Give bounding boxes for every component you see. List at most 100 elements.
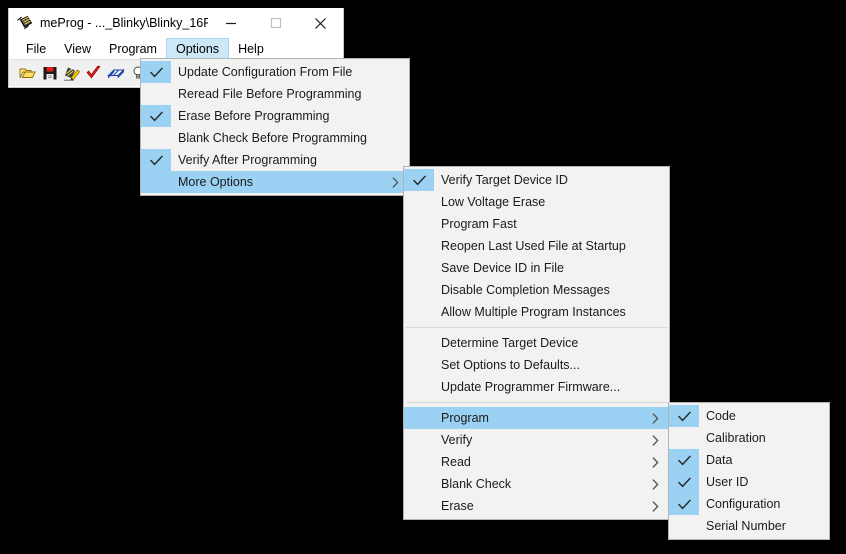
read-device-icon[interactable] xyxy=(105,62,127,84)
menu-bar: File View Program Options Help xyxy=(9,38,343,59)
menu-check-slot xyxy=(404,301,434,323)
checkmark-icon xyxy=(141,61,171,83)
menu-item-label: Save Device ID in File xyxy=(441,261,564,275)
checkmark-icon xyxy=(669,471,699,493)
menu-item[interactable]: User ID xyxy=(669,471,829,493)
chevron-right-icon xyxy=(652,456,659,468)
menu-item-label: User ID xyxy=(706,475,749,489)
menu-item[interactable]: More Options xyxy=(141,171,409,193)
menu-item-label: Update Configuration From File xyxy=(178,65,353,79)
menu-check-slot xyxy=(404,354,434,376)
menubar-item-label: Options xyxy=(175,41,220,56)
checkmark-icon xyxy=(141,149,171,171)
menu-item[interactable]: Verify xyxy=(404,429,669,451)
maximize-button[interactable] xyxy=(253,9,298,38)
menu-check-slot xyxy=(404,279,434,301)
close-button[interactable] xyxy=(298,9,343,38)
menu-item-label: Erase xyxy=(441,499,474,513)
menu-item[interactable]: Program xyxy=(404,407,669,429)
menu-item[interactable]: Erase Before Programming xyxy=(141,105,409,127)
menu-item[interactable]: Verify Target Device ID xyxy=(404,169,669,191)
menu-item-label: Verify After Programming xyxy=(178,153,317,167)
menu-item[interactable]: Allow Multiple Program Instances xyxy=(404,301,669,323)
menu-check-slot xyxy=(404,429,434,451)
menu-check-slot xyxy=(404,376,434,398)
menu-item[interactable]: Configuration xyxy=(669,493,829,515)
menubar-item-view[interactable]: View xyxy=(55,38,100,59)
checkmark-icon xyxy=(404,169,434,191)
menu-item[interactable]: Set Options to Defaults... xyxy=(404,354,669,376)
menubar-item-file[interactable]: File xyxy=(17,38,55,59)
menu-check-slot xyxy=(669,427,699,449)
menu-item[interactable]: Determine Target Device xyxy=(404,332,669,354)
menu-item[interactable]: Blank Check xyxy=(404,473,669,495)
verify-device-icon[interactable] xyxy=(83,62,105,84)
check-icon xyxy=(677,411,691,421)
menu-item[interactable]: Update Configuration From File xyxy=(141,61,409,83)
chip-icon xyxy=(17,15,33,31)
menu-item-label: Configuration xyxy=(706,497,781,511)
menu-item[interactable]: Erase xyxy=(404,495,669,517)
save-file-icon[interactable] xyxy=(39,62,61,84)
menu-item[interactable]: Verify After Programming xyxy=(141,149,409,171)
menu-item[interactable]: Update Programmer Firmware... xyxy=(404,376,669,398)
checkmark-icon xyxy=(141,105,171,127)
menu-item-label: Program Fast xyxy=(441,217,517,231)
menu-item-label: Reopen Last Used File at Startup xyxy=(441,239,626,253)
menu-item[interactable]: Calibration xyxy=(669,427,829,449)
menu-item[interactable]: Code xyxy=(669,405,829,427)
menu-check-slot xyxy=(404,213,434,235)
menu-separator xyxy=(406,327,667,328)
menu-item[interactable]: Reread File Before Programming xyxy=(141,83,409,105)
menu-item[interactable]: Program Fast xyxy=(404,213,669,235)
menu-check-slot xyxy=(404,235,434,257)
options-menu: Update Configuration From File Reread Fil… xyxy=(140,58,410,196)
menu-item-label: Data xyxy=(706,453,733,467)
menu-item[interactable]: Read xyxy=(404,451,669,473)
menubar-item-help[interactable]: Help xyxy=(229,38,273,59)
menu-check-slot xyxy=(404,257,434,279)
checkmark-icon xyxy=(669,449,699,471)
menubar-item-label: Program xyxy=(109,41,157,56)
menu-item-label: Code xyxy=(706,409,736,423)
menu-item-label: Update Programmer Firmware... xyxy=(441,380,621,394)
chevron-right-icon xyxy=(652,451,659,473)
menu-item-label: Verify Target Device ID xyxy=(441,173,568,187)
minimize-button[interactable] xyxy=(208,9,253,38)
menu-item-label: More Options xyxy=(178,175,254,189)
more-options-submenu: Verify Target Device ID Low Voltage Erase… xyxy=(403,166,670,520)
check-icon xyxy=(149,67,163,77)
menu-item-label: Reread File Before Programming xyxy=(178,87,362,101)
chevron-right-icon xyxy=(652,478,659,490)
open-file-icon[interactable] xyxy=(17,62,39,84)
menu-item-label: Erase Before Programming xyxy=(178,109,330,123)
menu-item[interactable]: Save Device ID in File xyxy=(404,257,669,279)
menu-item-label: Calibration xyxy=(706,431,766,445)
menu-check-slot xyxy=(141,83,171,105)
menu-item[interactable]: Reopen Last Used File at Startup xyxy=(404,235,669,257)
menu-item[interactable]: Data xyxy=(669,449,829,471)
menu-item-label: Serial Number xyxy=(706,519,786,533)
menu-item-label: Determine Target Device xyxy=(441,336,579,350)
title-bar[interactable]: meProg - ..._Blinky\Blinky_16F... xyxy=(9,8,343,38)
menu-item[interactable]: Serial Number xyxy=(669,515,829,537)
menu-check-slot xyxy=(404,451,434,473)
check-icon xyxy=(677,455,691,465)
check-icon xyxy=(149,155,163,165)
menu-check-slot xyxy=(669,515,699,537)
menu-item-label: Blank Check Before Programming xyxy=(178,131,367,145)
menu-item[interactable]: Blank Check Before Programming xyxy=(141,127,409,149)
check-icon xyxy=(149,111,163,121)
menu-check-slot xyxy=(141,171,171,193)
program-device-icon[interactable] xyxy=(61,62,83,84)
check-icon xyxy=(677,499,691,509)
chevron-right-icon xyxy=(652,495,659,517)
menu-item[interactable]: Disable Completion Messages xyxy=(404,279,669,301)
chevron-right-icon xyxy=(652,434,659,446)
menubar-item-program[interactable]: Program xyxy=(100,38,166,59)
menu-item[interactable]: Low Voltage Erase xyxy=(404,191,669,213)
menu-check-slot xyxy=(404,473,434,495)
menubar-item-options[interactable]: Options xyxy=(165,38,230,59)
chevron-right-icon xyxy=(652,500,659,512)
chevron-right-icon xyxy=(652,412,659,424)
